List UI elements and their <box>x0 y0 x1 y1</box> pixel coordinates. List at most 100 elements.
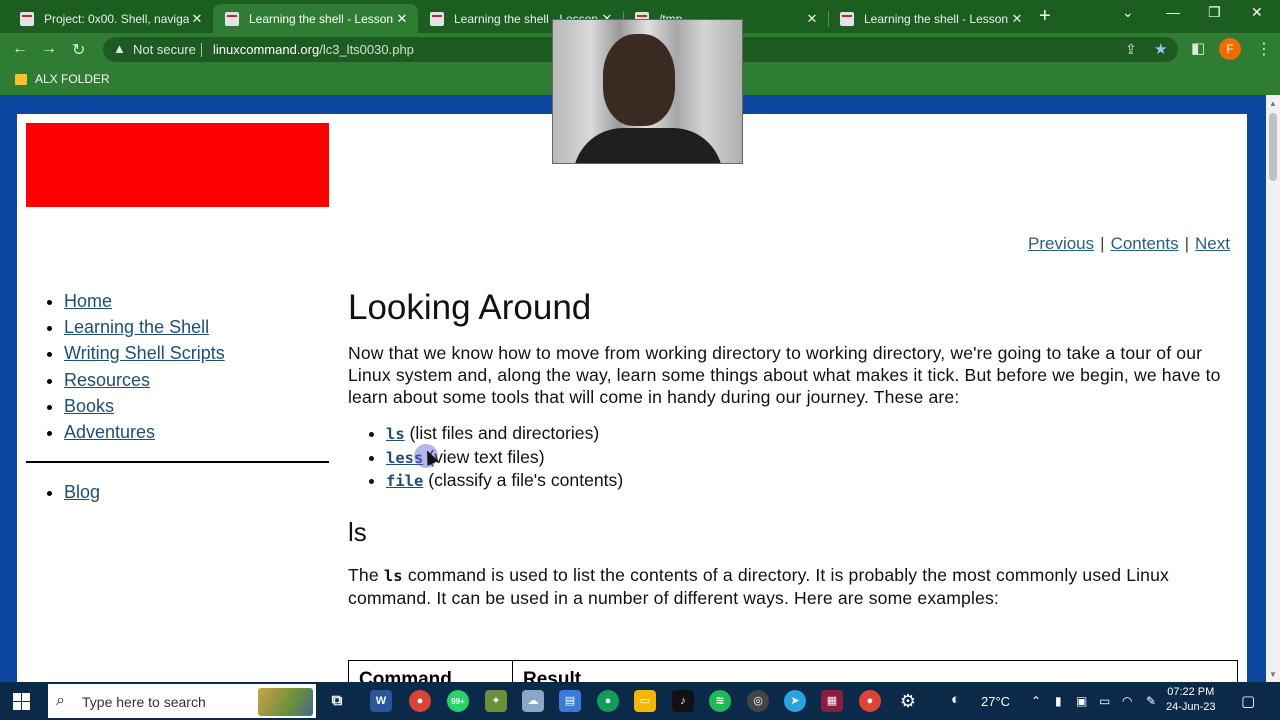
task-view-icon[interactable]: ⧉ <box>326 690 348 712</box>
taskbar-search[interactable]: ⌕ Type here to search <box>48 684 316 718</box>
page-scrollbar[interactable]: ▲ ▼ <box>1266 95 1280 682</box>
previous-link[interactable]: Previous <box>1028 234 1094 253</box>
share-icon[interactable]: ⇪ <box>1125 41 1137 58</box>
chevron-up-icon[interactable]: ⌃ <box>1031 694 1041 708</box>
close-icon[interactable]: ✕ <box>189 11 205 27</box>
sidebar-item-learning-the-shell: Learning the Shell <box>64 314 225 340</box>
recorder-icon[interactable]: ▦ <box>821 690 843 712</box>
tiktok-icon[interactable]: ♪ <box>672 690 694 712</box>
app-icon[interactable]: ☁ <box>522 690 544 712</box>
page-navigation: Previous | Contents | Next <box>1028 234 1230 254</box>
windows-start-icon[interactable] <box>13 693 30 710</box>
sidebar-item-books: Books <box>64 393 225 419</box>
sidebar-item-blog: Blog <box>64 479 100 505</box>
contents-link[interactable]: Contents <box>1111 234 1179 253</box>
spotify-icon[interactable]: ≋ <box>709 690 731 712</box>
tool-desc: (view text files) <box>423 446 545 467</box>
file-explorer-icon[interactable]: ▭ <box>634 690 656 712</box>
forward-icon[interactable]: → <box>41 40 57 58</box>
clock-date: 24-Jun-23 <box>1166 701 1216 713</box>
sidebar-item-home: Home <box>64 288 225 314</box>
sidebar-divider <box>26 461 329 463</box>
chrome-profile-icon[interactable]: ● <box>597 690 619 712</box>
tab-lesson-3[interactable]: Learning the shell - Lesson 3: ✕ <box>213 4 418 33</box>
app-icon[interactable]: ✦ <box>485 690 507 712</box>
tool-desc: (classify a file's contents) <box>423 470 624 491</box>
star-icon[interactable]: ★ <box>1154 40 1167 58</box>
weather-temp[interactable]: 27°C <box>981 694 1010 709</box>
sidebar-link[interactable]: Resources <box>64 370 150 390</box>
text-run: The <box>348 564 384 585</box>
tab-lesson-5[interactable]: Learning the shell - Lesson 5: ✕ <box>828 4 1033 33</box>
camera-icon[interactable]: ▣ <box>1076 694 1087 708</box>
tool-link-ls[interactable]: ls <box>386 425 405 443</box>
scroll-up-icon[interactable]: ▲ <box>1269 99 1277 108</box>
back-icon[interactable]: ← <box>12 40 28 58</box>
search-input[interactable]: Type here to search <box>82 694 206 710</box>
telegram-icon[interactable]: ➤ <box>784 690 806 712</box>
wifi-icon[interactable]: ◠ <box>1122 694 1132 708</box>
side-panel-icon[interactable]: ◧ <box>1191 39 1205 57</box>
microphone-icon[interactable]: ▮ <box>1055 694 1062 708</box>
sidebar-secondary-nav: Blog <box>42 479 100 505</box>
url-host: linuxcommand.org <box>213 42 320 57</box>
tab-search-icon[interactable]: ⌄ <box>1122 4 1134 21</box>
sidebar-link[interactable]: Adventures <box>64 422 155 442</box>
close-icon[interactable]: ✕ <box>394 11 410 27</box>
reload-icon[interactable]: ↻ <box>72 40 85 60</box>
sidebar-link[interactable]: Learning the Shell <box>64 317 209 337</box>
close-icon[interactable]: ✕ <box>804 11 820 27</box>
main-article: Looking Around Now that we know how to m… <box>348 284 1238 609</box>
minimize-icon[interactable]: — <box>1166 4 1180 20</box>
restore-icon[interactable]: ❐ <box>1208 4 1221 21</box>
scroll-thumb[interactable] <box>1269 113 1277 181</box>
notes-icon[interactable]: ▤ <box>559 690 581 712</box>
tool-link-file[interactable]: file <box>386 472 423 490</box>
section-heading: ls <box>348 516 367 547</box>
security-label[interactable]: Not secure <box>133 42 196 57</box>
close-icon[interactable]: ✕ <box>1009 11 1025 27</box>
sidebar-nav: Home Learning the Shell Writing Shell Sc… <box>42 288 225 445</box>
sidebar-link[interactable]: Blog <box>64 482 100 502</box>
list-item: file (classify a file's contents) <box>386 469 1238 493</box>
warning-icon[interactable]: ▲ <box>113 41 126 56</box>
bookmark-folder[interactable]: ALX FOLDER <box>35 72 110 86</box>
sidebar-item-resources: Resources <box>64 367 225 393</box>
page-favicon-icon <box>430 11 444 26</box>
page-favicon-icon <box>20 11 34 26</box>
whatsapp-icon[interactable]: 99+ <box>447 690 469 712</box>
table-header: Command <box>348 660 513 682</box>
windows-taskbar: ⌕ Type here to search ⧉ W ● 99+ ✦ ☁ ▤ ● … <box>0 682 1280 720</box>
new-tab-button[interactable]: + <box>1039 5 1051 28</box>
word-icon[interactable]: W <box>370 690 392 712</box>
sidebar-link[interactable]: Home <box>64 291 112 311</box>
notification-icon[interactable]: ▢ <box>1241 692 1255 710</box>
sidebar-item-writing-shell-scripts: Writing Shell Scripts <box>64 340 225 366</box>
sidebar-link[interactable]: Books <box>64 396 114 416</box>
settings-gear-icon[interactable]: ⚙ <box>897 690 919 712</box>
profile-avatar[interactable]: F <box>1219 38 1241 60</box>
chrome-icon[interactable]: ● <box>409 690 431 712</box>
battery-icon[interactable]: ▭ <box>1099 694 1110 708</box>
url-text[interactable]: linuxcommand.org/lc3_lts0030.php <box>213 42 414 57</box>
tools-list: ls (list files and directories) less (vi… <box>348 422 1238 493</box>
tab-project[interactable]: Project: 0x00. Shell, navigatio ✕ <box>8 4 214 33</box>
page-favicon-icon <box>840 11 854 26</box>
nav-separator: | <box>1100 234 1105 253</box>
page-content: Previous | Contents | Next Home Learning the… <box>17 114 1247 682</box>
system-clock[interactable]: 07:22 PM 24-Jun-23 <box>1166 685 1216 715</box>
tab-title: Learning the shell - Lesson 3: <box>249 11 394 26</box>
site-logo[interactable] <box>26 123 329 207</box>
webcam-face <box>603 34 675 126</box>
notification-badge: 99+ <box>451 697 465 706</box>
chrome-active-icon[interactable]: ● <box>859 690 881 712</box>
close-window-icon[interactable]: ✕ <box>1251 4 1263 21</box>
sidebar-link[interactable]: Writing Shell Scripts <box>64 343 225 363</box>
app-icon[interactable]: ◎ <box>747 690 769 712</box>
weather-icon[interactable]: ◐ <box>951 691 960 708</box>
url-path: /lc3_lts0030.php <box>319 42 414 57</box>
scroll-down-icon[interactable]: ▼ <box>1269 670 1277 679</box>
menu-icon[interactable]: ⋮ <box>1256 39 1272 59</box>
next-link[interactable]: Next <box>1195 234 1230 253</box>
pen-icon[interactable]: ✎ <box>1146 694 1156 708</box>
